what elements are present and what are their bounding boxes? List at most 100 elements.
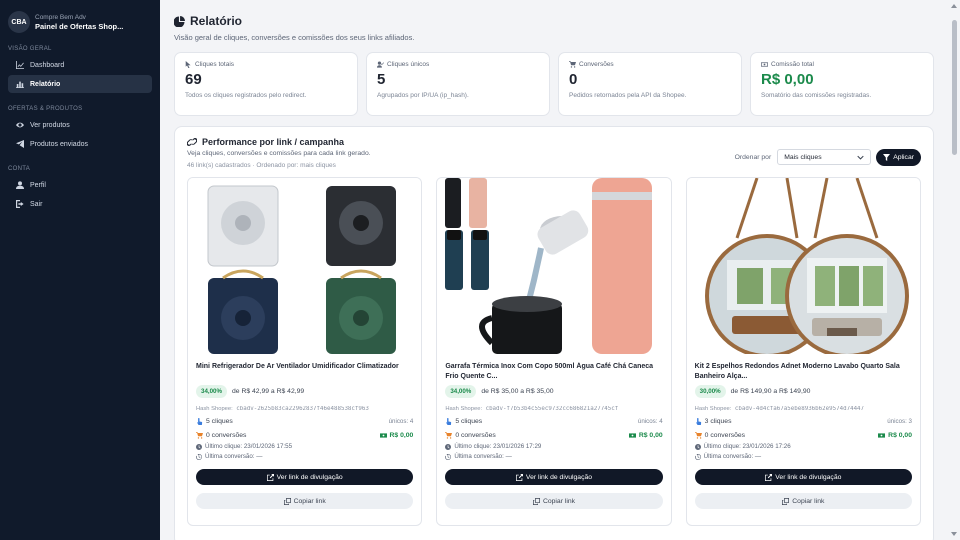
view-link-button[interactable]: Ver link de divulgação <box>445 469 663 485</box>
stat-value: 69 <box>185 71 202 88</box>
brand[interactable]: CBA Compre Bem Adv Painel de Ofertas Sho… <box>0 0 160 34</box>
copy-icon <box>782 497 790 505</box>
sidebar-item-label: Sair <box>30 200 43 208</box>
chevron-down-icon <box>857 155 864 160</box>
external-link-icon <box>266 473 274 481</box>
logout-icon <box>16 200 24 208</box>
money-icon <box>628 432 636 438</box>
stat-description: Pedidos retornados pela API da Shopee. <box>569 92 687 99</box>
product-card: Kit 2 Espelhos Redondos Adnet Moderno La… <box>685 177 921 526</box>
last-click: Último clique: 23/01/2026 17:55 <box>205 443 293 450</box>
product-image <box>188 178 422 354</box>
copy-link-button[interactable]: Copiar link <box>196 493 414 509</box>
sidebar-item-label: Produtos enviados <box>30 140 88 148</box>
filter-icon <box>883 153 891 161</box>
order-label: Ordenar por <box>734 153 772 161</box>
page-header: Relatório <box>174 14 934 28</box>
order-controls: Ordenar por Mais cliques Aplicar <box>735 145 921 169</box>
product-title: Mini Refrigerador De Ar Ventilador Umidi… <box>196 363 399 370</box>
last-conversion: Última conversão: — <box>454 453 512 460</box>
brand-logo: CBA <box>8 11 30 33</box>
unique-clicks: únicos: 4 <box>388 417 414 425</box>
scroll-down-arrow-icon[interactable] <box>951 532 957 536</box>
bar-chart-icon <box>16 81 24 88</box>
cart-icon <box>694 431 702 439</box>
section-ofertas: OFERTAS & PRODUTOS <box>8 106 83 112</box>
copy-link-button[interactable]: Copiar link <box>445 493 663 509</box>
sidebar-item-label: Perfil <box>30 181 46 189</box>
conversions-count: 0 conversões <box>455 431 496 439</box>
external-link-icon <box>515 473 523 481</box>
stat-card-cliques-unicos: Cliques únicos 5 Agrupados por IP/UA (ip… <box>366 52 550 116</box>
price-range: de R$ 42,99 a R$ 42,99 <box>232 388 305 395</box>
scroll-up-arrow-icon[interactable] <box>951 4 957 8</box>
pointer-icon <box>446 417 452 425</box>
product-image <box>686 178 920 354</box>
commission-value: R$ 0,00 <box>888 431 912 439</box>
clock-icon <box>694 443 701 450</box>
apply-button[interactable]: Aplicar <box>876 148 921 166</box>
order-select-value: Mais cliques <box>784 153 822 161</box>
stat-description: Somatório das comissões registradas. <box>761 92 872 99</box>
stat-label: Conversões <box>579 61 614 68</box>
hash-shopee: Hash Shopee: cbadv-f7b53b4c55ec9732cc686… <box>445 406 619 412</box>
main-content: Relatório Visão geral de cliques, conver… <box>160 0 948 540</box>
pointer-icon <box>197 417 203 425</box>
stat-description: Todos os cliques registrados pelo redire… <box>185 92 307 99</box>
clicks-count: 3 cliques <box>704 417 732 425</box>
last-click: Último clique: 23/01/2026 17:29 <box>454 443 542 450</box>
user-check-icon <box>377 61 384 68</box>
view-link-button[interactable]: Ver link de divulgação <box>694 469 912 485</box>
last-conversion: Última conversão: — <box>205 453 263 460</box>
section-conta: CONTA <box>8 166 31 172</box>
performance-meta: 46 link(s) cadastrados · Ordenado por: m… <box>187 162 336 169</box>
sidebar-item-perfil[interactable]: Perfil <box>8 176 152 194</box>
brand-title: Painel de Ofertas Shop... <box>35 21 124 31</box>
stat-value: 0 <box>569 71 578 88</box>
send-icon <box>16 140 24 148</box>
clock-icon <box>196 443 202 450</box>
money-icon <box>878 432 886 438</box>
performance-title: Performance por link / campanha <box>202 137 345 147</box>
copy-icon <box>283 497 291 505</box>
commission-badge: 30,00% <box>694 385 726 398</box>
pointer-icon <box>695 417 701 425</box>
history-icon <box>445 453 452 460</box>
cards-grid: Mini Refrigerador De Ar Ventilador Umidi… <box>187 177 921 526</box>
sidebar-item-relatorio[interactable]: Relatório <box>8 75 152 93</box>
link-icon <box>187 138 197 146</box>
unique-clicks: únicos: 4 <box>637 417 663 425</box>
cursor-icon <box>185 61 191 68</box>
stat-label: Comissão total <box>771 61 814 68</box>
unique-clicks: únicos: 3 <box>887 417 912 425</box>
apply-label: Aplicar <box>893 153 914 161</box>
view-link-button[interactable]: Ver link de divulgação <box>196 469 414 485</box>
product-card: Garrafa Térmica Inox Com Copo 500ml Água… <box>436 177 672 526</box>
stat-value: 5 <box>377 71 386 88</box>
page-scrollbar[interactable] <box>948 0 960 540</box>
commission-value: R$ 0,00 <box>638 431 663 439</box>
stat-card-cliques-totais: Cliques totais 69 Todos os cliques regis… <box>174 52 358 116</box>
money-icon <box>379 432 387 438</box>
money-icon <box>761 62 768 67</box>
conversions-count: 0 conversões <box>704 431 746 439</box>
stat-card-comissao-total: Comissão total R$ 0,00 Somatório das com… <box>750 52 934 116</box>
commission-badge: 34,00% <box>445 385 477 398</box>
page-title: Relatório <box>190 14 243 28</box>
sidebar-item-sair[interactable]: Sair <box>8 195 152 213</box>
sidebar-item-ver-produtos[interactable]: Ver produtos <box>8 116 152 134</box>
price-range: de R$ 35,00 a R$ 35,00 <box>481 388 554 395</box>
scroll-thumb[interactable] <box>952 20 957 155</box>
sidebar-item-label: Ver produtos <box>30 121 70 129</box>
stat-label: Cliques únicos <box>387 61 430 68</box>
stat-value: R$ 0,00 <box>761 71 814 88</box>
order-select[interactable]: Mais cliques <box>777 149 872 165</box>
sidebar-item-dashboard[interactable]: Dashboard <box>8 56 152 74</box>
stat-label: Cliques totais <box>195 61 235 68</box>
sidebar-item-produtos-enviados[interactable]: Produtos enviados <box>8 135 152 153</box>
performance-panel: Performance por link / campanha Veja cli… <box>174 126 934 540</box>
copy-link-button[interactable]: Copiar link <box>694 493 912 509</box>
cart-icon <box>445 431 453 439</box>
stat-description: Agrupados por IP/UA (ip_hash). <box>377 92 469 99</box>
history-icon <box>694 453 701 460</box>
